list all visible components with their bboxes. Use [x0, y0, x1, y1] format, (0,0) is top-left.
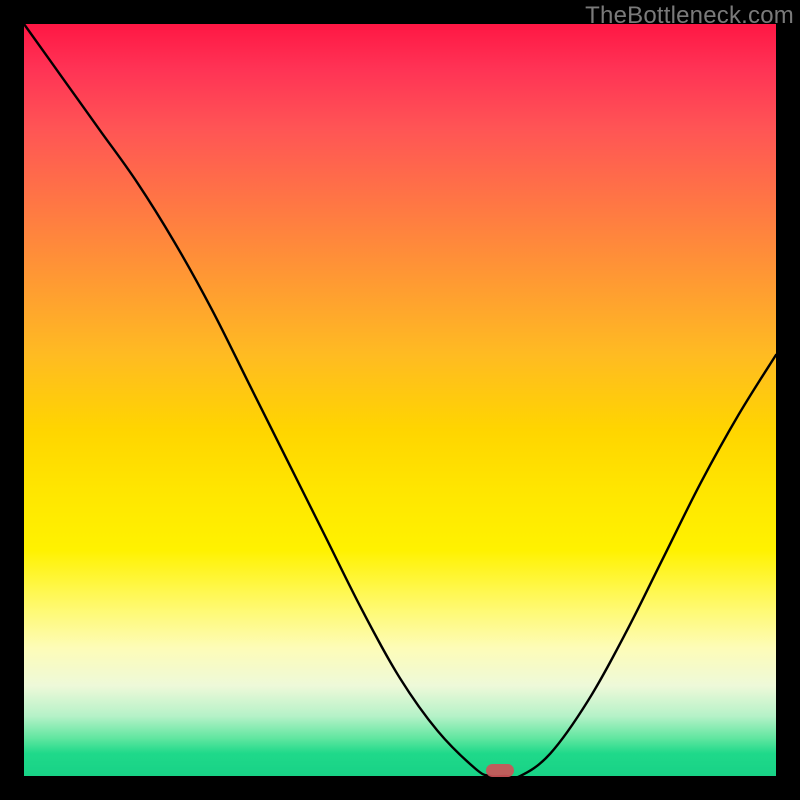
optimal-marker	[486, 764, 514, 777]
chart-frame: TheBottleneck.com	[0, 0, 800, 800]
chart-plot-area	[24, 24, 776, 776]
watermark-text: TheBottleneck.com	[585, 2, 794, 30]
